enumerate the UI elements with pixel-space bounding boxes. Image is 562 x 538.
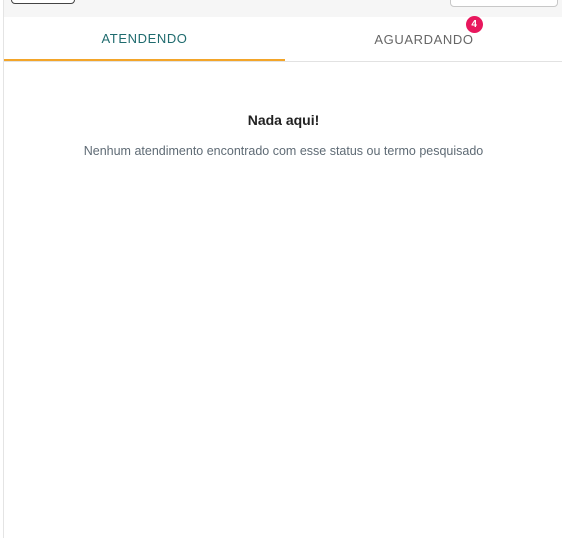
tab-atendendo[interactable]: ATENDENDO xyxy=(4,17,285,61)
waiting-count-badge: 4 xyxy=(465,15,483,33)
status-tabs: ATENDENDO AGUARDANDO 4 xyxy=(4,15,562,62)
toolbar-right-field[interactable] xyxy=(450,0,558,7)
tab-aguardando[interactable]: AGUARDANDO 4 xyxy=(285,15,562,61)
chat-list-panel: ATENDENDO AGUARDANDO 4 Nada aqui! Nenhum… xyxy=(3,0,562,538)
empty-state-description: Nenhum atendimento encontrado com esse s… xyxy=(83,144,484,158)
tab-atendendo-label: ATENDENDO xyxy=(101,30,188,46)
empty-state: Nada aqui! Nenhum atendimento encontrado… xyxy=(4,110,562,159)
toolbar-left-button[interactable] xyxy=(11,0,75,4)
top-toolbar xyxy=(4,0,562,17)
tab-aguardando-label: AGUARDANDO xyxy=(374,31,474,47)
empty-state-title: Nada aqui! xyxy=(247,112,320,128)
